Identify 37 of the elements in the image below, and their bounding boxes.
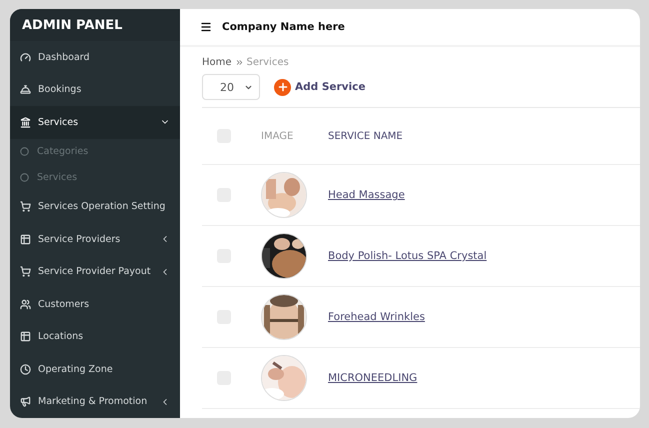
circle-icon (20, 147, 29, 156)
chevrons-icon (234, 58, 244, 67)
add-service-button[interactable]: Add Service (274, 78, 366, 96)
sidebar-item[interactable]: Marketing & Promotion (10, 386, 180, 418)
cart-icon (20, 201, 31, 212)
gauge-icon (20, 52, 31, 63)
service-link[interactable]: Forehead Wrinkles (328, 311, 425, 323)
brand-title: ADMIN PANEL (22, 18, 122, 32)
megaphone-icon (20, 396, 31, 408)
page-size-select[interactable]: 20 (202, 74, 260, 100)
users-icon (20, 298, 31, 310)
service-link[interactable]: MICRONEEDLING (328, 372, 418, 384)
column-header: IMAGE (261, 130, 294, 142)
company-name: Company Name here (222, 21, 345, 33)
sidebar-item[interactable]: Bookings (10, 74, 180, 106)
cart-icon (20, 266, 31, 278)
sidebar-item[interactable]: Services (10, 106, 180, 138)
sidebar-item[interactable]: Service Provider Payout (10, 256, 180, 288)
sidebar-item[interactable]: Operating Zone (10, 353, 180, 386)
plus-icon (276, 81, 288, 93)
service-link[interactable]: Head Massage (328, 189, 405, 201)
sidebar-item[interactable]: Service Providers (10, 223, 180, 256)
sidebar-item[interactable]: Services Operation Setting (10, 190, 180, 223)
clock-icon (20, 364, 31, 375)
sidebar-item[interactable]: Locations (10, 320, 180, 353)
service-link[interactable]: Body Polish- Lotus SPA Crystal (328, 250, 487, 262)
column-header: SERVICE NAME (328, 130, 403, 142)
sidebar-item[interactable]: Customers (10, 288, 180, 320)
circle-icon (20, 173, 29, 182)
table-icon (20, 234, 31, 245)
sidebar-item[interactable]: Dashboard (10, 41, 180, 74)
bell-icon (20, 84, 31, 96)
bank-icon (20, 116, 31, 128)
menu-icon[interactable] (200, 21, 212, 33)
breadcrumb-current: Services (246, 57, 289, 68)
table-icon (20, 331, 31, 342)
breadcrumb-link[interactable]: Home (202, 57, 232, 68)
